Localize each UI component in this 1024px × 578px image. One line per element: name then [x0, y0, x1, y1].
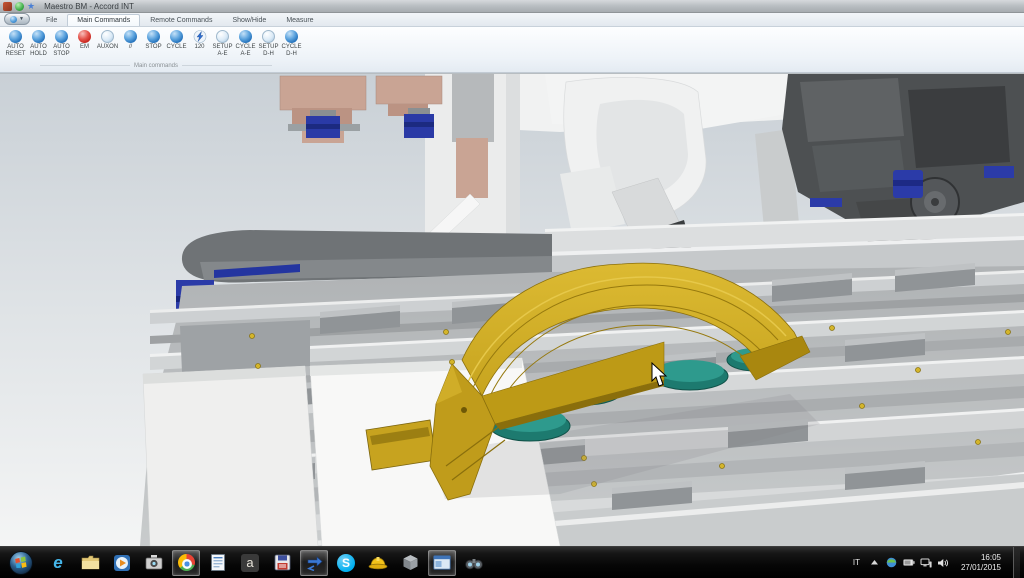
taskbar-icon-snipping-tool[interactable]: [140, 550, 168, 576]
app-menu-sphere-icon: [10, 16, 17, 23]
tray-volume-icon[interactable]: [937, 557, 949, 569]
ribbon-button-auto-stop[interactable]: AUTOSTOP: [50, 29, 73, 57]
tray-network-icon[interactable]: [920, 557, 932, 569]
favorites-star-icon[interactable]: ★: [27, 2, 35, 11]
taskbar-icon-windows-explorer[interactable]: [76, 550, 104, 576]
tray-chevron-up-icon[interactable]: [869, 557, 881, 569]
window-title: Maestro BM - Accord INT: [44, 2, 134, 11]
ribbon-button--[interactable]: //: [119, 29, 142, 51]
taskbar-icon-internet-explorer[interactable]: e: [44, 550, 72, 576]
ribbon: AUTORESETAUTOHOLDAUTOSTOPEMAUXON//STOPCY…: [0, 27, 1024, 73]
taskbar-icon-document-app[interactable]: [204, 550, 232, 576]
tab-file[interactable]: File: [36, 14, 67, 26]
ribbon-button-setup-d-h[interactable]: SETUPD-H: [257, 29, 280, 57]
sphere-pale-icon: [216, 30, 229, 43]
taskbar: e a S IT 16:05 27/01/2015: [0, 546, 1024, 578]
green-orb-icon[interactable]: [15, 2, 24, 11]
sphere-blue-icon: [147, 30, 160, 43]
clock-date: 27/01/2015: [961, 563, 1001, 573]
sphere-blue-icon: [55, 30, 68, 43]
start-button[interactable]: [8, 550, 34, 576]
app-logo-icon: [3, 2, 12, 11]
taskbar-icon-media-player[interactable]: [108, 550, 136, 576]
taskbar-icon-backup-tool[interactable]: [268, 550, 296, 576]
sphere-blue-icon: [170, 30, 183, 43]
taskbar-clock[interactable]: 16:05 27/01/2015: [955, 553, 1007, 573]
tab-show-hide[interactable]: Show/Hide: [222, 14, 276, 26]
application-window: ★ Maestro BM - Accord INT ▼ FileMain Com…: [0, 0, 1024, 578]
sphere-blue-icon: [285, 30, 298, 43]
tab-main-commands[interactable]: Main Commands: [67, 14, 140, 26]
title-bar: ★ Maestro BM - Accord INT: [0, 0, 1024, 13]
cnc-machine-scene: [0, 74, 1024, 546]
language-indicator[interactable]: IT: [850, 556, 863, 569]
ribbon-button-em[interactable]: EM: [73, 29, 96, 51]
ribbon-group-label: Main commands: [0, 63, 312, 69]
taskbar-icon-skype[interactable]: S: [332, 550, 360, 576]
sphere-red-icon: [78, 30, 91, 43]
tray-battery-icon[interactable]: [903, 557, 915, 569]
tray-drive-icon[interactable]: [886, 557, 898, 569]
sphere-blue-icon: [32, 30, 45, 43]
taskbar-icon-maestro-window[interactable]: [428, 550, 456, 576]
system-tray: IT 16:05 27/01/2015: [844, 547, 1024, 578]
ribbon-button-auto-reset[interactable]: AUTORESET: [4, 29, 27, 57]
ribbon-button-stop[interactable]: STOP: [142, 29, 165, 51]
tab-remote-commands[interactable]: Remote Commands: [140, 14, 222, 26]
ribbon-button-cycle[interactable]: CYCLE: [165, 29, 188, 51]
taskbar-icon-chrome[interactable]: [172, 550, 200, 576]
sphere-pale-icon: [262, 30, 275, 43]
ribbon-button-cycle-d-h[interactable]: CYCLED-H: [280, 29, 303, 57]
clock-time: 16:05: [961, 553, 1001, 563]
application-menu-button[interactable]: ▼: [4, 13, 30, 25]
show-desktop-button[interactable]: [1013, 547, 1020, 578]
taskbar-icon-3d-viewer[interactable]: [396, 550, 424, 576]
3d-viewport[interactable]: [0, 73, 1024, 546]
sphere-pale-icon: [101, 30, 114, 43]
ribbon-tab-strip: ▼ FileMain CommandsRemote CommandsShow/H…: [0, 13, 1024, 27]
taskbar-icon-maestro-cnc[interactable]: [364, 550, 392, 576]
taskbar-icon-a-application[interactable]: a: [236, 550, 264, 576]
ribbon-button-auto-hold[interactable]: AUTOHOLD: [27, 29, 50, 57]
sphere-blue-icon: [9, 30, 22, 43]
sphere-blue-icon: [124, 30, 137, 43]
ribbon-button-cycle-a-e[interactable]: CYCLEA-E: [234, 29, 257, 57]
ribbon-button-auxon[interactable]: AUXON: [96, 29, 119, 51]
tab-measure[interactable]: Measure: [276, 14, 323, 26]
ribbon-button-setup-a-e[interactable]: SETUPA-E: [211, 29, 234, 57]
taskbar-icon-search-tool[interactable]: [460, 550, 488, 576]
ribbon-button-120[interactable]: 120: [188, 29, 211, 51]
taskbar-icon-cad-transfer[interactable]: [300, 550, 328, 576]
sphere-blue-icon: [239, 30, 252, 43]
chevron-down-icon: ▼: [19, 16, 24, 22]
